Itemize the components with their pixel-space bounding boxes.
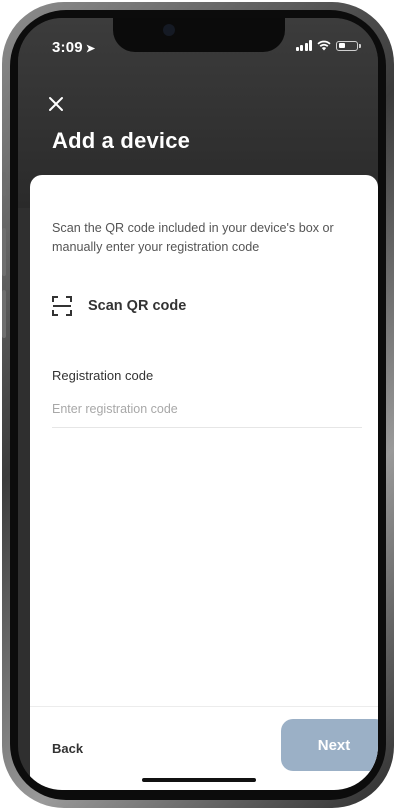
silent-switch	[2, 172, 6, 196]
registration-code-label: Registration code	[52, 368, 154, 383]
location-arrow-icon: ➤	[85, 43, 96, 55]
content-sheet: Scan the QR code included in your device…	[30, 175, 378, 790]
notch	[113, 18, 285, 52]
close-icon[interactable]	[46, 94, 66, 114]
intro-text: Scan the QR code included in your device…	[52, 221, 334, 254]
back-button[interactable]: Back	[52, 741, 83, 756]
next-button[interactable]: Next	[281, 719, 378, 771]
volume-down-button	[2, 290, 6, 338]
status-bar-icons	[295, 40, 361, 51]
status-bar-time: 3:09 ➤	[52, 39, 95, 56]
scan-qr-label: Scan QR code	[88, 298, 187, 314]
camera-icon	[163, 24, 175, 36]
home-indicator[interactable]	[142, 778, 256, 782]
signal-icon	[295, 40, 312, 51]
registration-code-input[interactable]	[52, 391, 362, 428]
app-screen: 3:09 ➤ Add a device Scan the QR code incl…	[18, 18, 378, 790]
footer-divider	[30, 706, 378, 707]
status-time-text: 3:09	[52, 39, 83, 56]
scan-qr-button[interactable]: Scan QR code	[52, 296, 186, 316]
page-title: Add a device	[52, 128, 191, 153]
battery-icon	[336, 40, 361, 51]
volume-up-button	[2, 228, 6, 276]
wifi-icon	[317, 40, 331, 51]
qr-scan-icon	[52, 296, 72, 316]
